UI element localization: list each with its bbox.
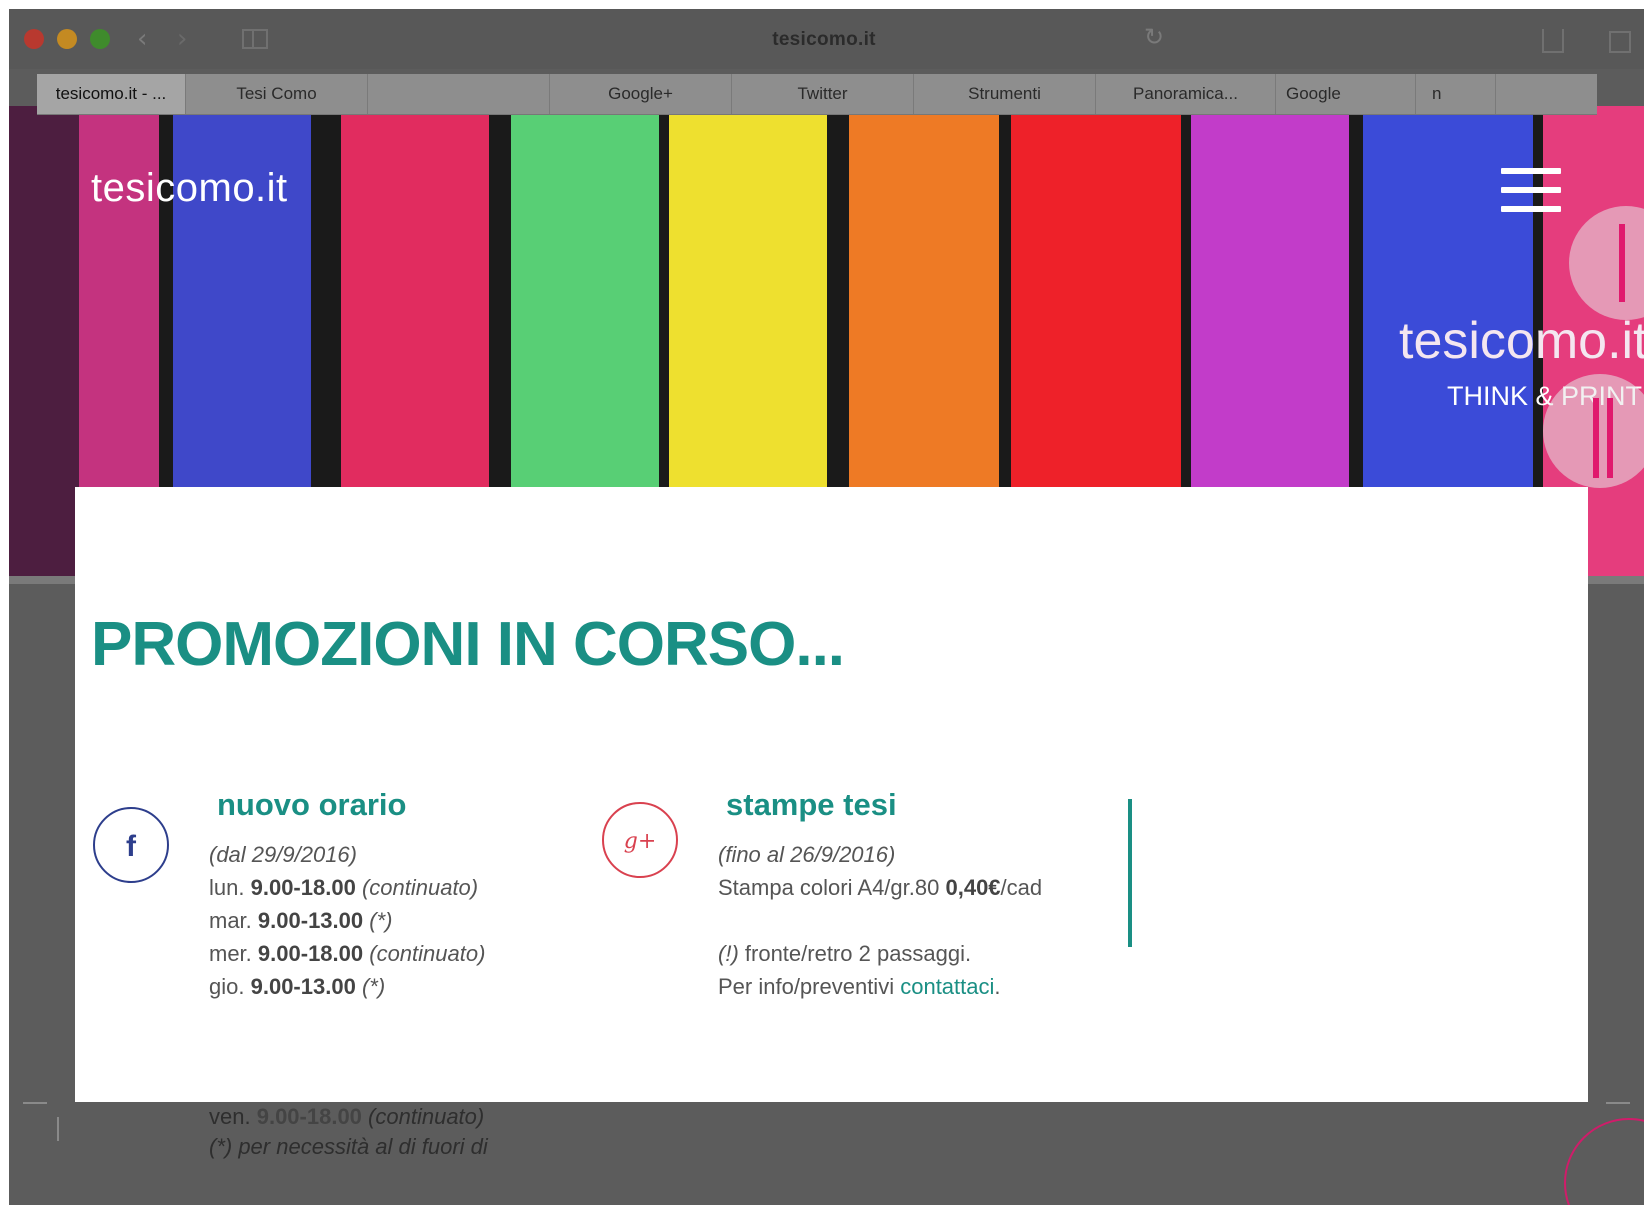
- bookmark-tesicomo[interactable]: tesicomo.it - ...: [37, 74, 186, 114]
- bookmark-panoramica[interactable]: Panoramica...: [1096, 74, 1276, 114]
- forward-icon[interactable]: ›: [177, 26, 187, 52]
- address-bar[interactable]: tesicomo.it: [609, 29, 1039, 51]
- card-since: (dal 29/9/2016): [209, 842, 357, 867]
- reload-icon[interactable]: ↻: [1144, 25, 1164, 49]
- hours-row-thu: gio. 9.00-13.00 (*): [209, 974, 386, 999]
- hero-title: tesicomo.it: [1399, 312, 1644, 370]
- bookmark-strumenti[interactable]: Strumenti: [914, 74, 1096, 114]
- bookmark-tesi-como[interactable]: Tesi Como: [186, 74, 368, 114]
- title-bar: ‹ › tesicomo.it ↻: [9, 9, 1644, 69]
- facebook-icon[interactable]: f: [93, 807, 169, 883]
- bookmarks-bar: tesicomo.it - ... Tesi Como Google+ Twit…: [37, 74, 1597, 115]
- info-line: Per info/preventivi contattaci.: [718, 974, 1001, 999]
- back-icon[interactable]: ‹: [137, 26, 147, 52]
- bookmark-google[interactable]: Google: [1276, 74, 1416, 114]
- bookmark-empty[interactable]: [368, 74, 550, 114]
- contact-link[interactable]: contattaci: [900, 974, 994, 999]
- site-logo[interactable]: tesicomo.it: [91, 166, 288, 211]
- hours-row-tue: mar. 9.00-13.00 (*): [209, 908, 393, 933]
- browser-window: ‹ › tesicomo.it ↻ tesicomo.it tesicomo.i…: [9, 9, 1644, 1205]
- minimize-window-button[interactable]: [57, 29, 77, 49]
- bookmark-n[interactable]: n: [1416, 74, 1496, 114]
- hero-shade: [9, 106, 79, 576]
- sidebar-toggle-icon[interactable]: [242, 29, 268, 49]
- tabs-overview-icon[interactable]: [1609, 31, 1631, 53]
- google-plus-icon[interactable]: g+: [602, 802, 678, 878]
- crop-mark: [1606, 1102, 1630, 1104]
- zoom-window-button[interactable]: [90, 29, 110, 49]
- hours-footnote: (*) per necessità al di fuori di: [209, 1134, 488, 1159]
- card-until: (fino al 26/9/2016): [718, 842, 896, 867]
- section-heading: PROMOZIONI IN CORSO...: [91, 610, 845, 679]
- card-title-stampe: stampe tesi: [726, 787, 897, 822]
- promotions-section: PROMOZIONI IN CORSO... f nuovo orario (d…: [75, 487, 1588, 1102]
- crop-mark: [23, 1102, 47, 1104]
- share-icon[interactable]: [1542, 29, 1564, 53]
- hours-row-fri: ven. 9.00-18.00 (continuato): [209, 1104, 485, 1129]
- menu-icon[interactable]: [1501, 168, 1561, 212]
- hours-row-wed: mer. 9.00-18.00 (continuato): [209, 941, 486, 966]
- bookmark-google-plus[interactable]: Google+: [550, 74, 732, 114]
- crop-mark: [57, 1117, 59, 1141]
- bookmark-twitter[interactable]: Twitter: [732, 74, 914, 114]
- print-note: (!) fronte/retro 2 passaggi.: [718, 941, 972, 966]
- close-window-button[interactable]: [24, 29, 44, 49]
- card-title-orario: nuovo orario: [217, 787, 407, 822]
- hours-row-mon: lun. 9.00-18.00 (continuato): [209, 875, 479, 900]
- page-overflow: ven. 9.00-18.00 (continuato) (*) per nec…: [9, 1102, 1644, 1205]
- price-line: Stampa colori A4/gr.80 0,40€/cad: [718, 875, 1043, 900]
- vertical-divider: [1128, 799, 1132, 947]
